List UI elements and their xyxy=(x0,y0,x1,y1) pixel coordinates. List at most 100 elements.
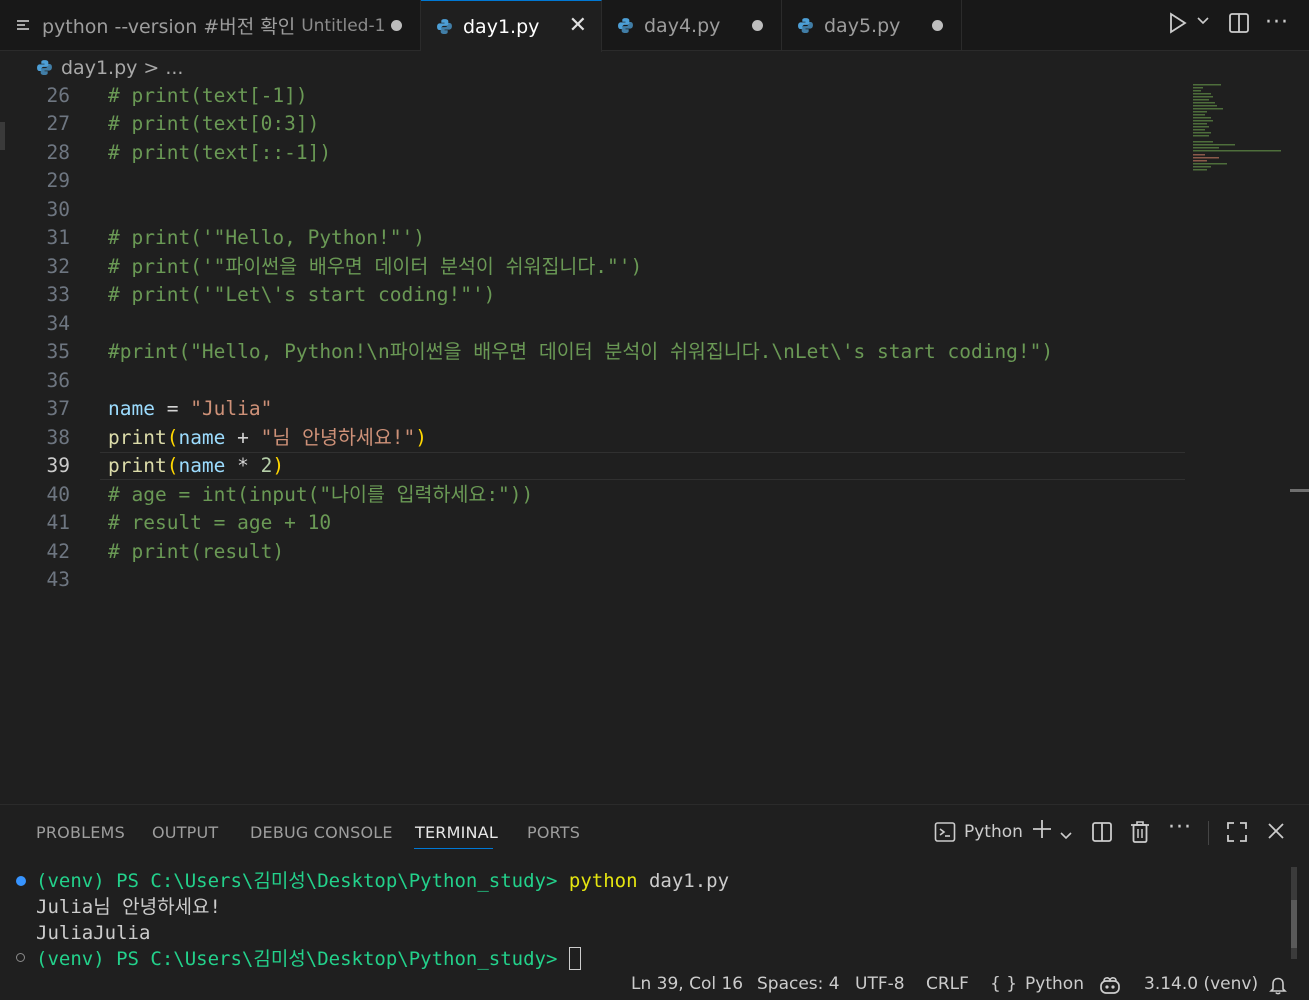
close-panel-icon[interactable] xyxy=(1266,821,1286,846)
token-string: "님 안녕하세요!" xyxy=(260,426,416,449)
tab-label: day1.py xyxy=(463,15,540,38)
tab-debug-console[interactable]: DEBUG CONSOLE xyxy=(250,823,393,842)
new-terminal-icon[interactable] xyxy=(1031,818,1053,845)
line-number-current: 39 xyxy=(46,454,70,477)
tab-label: day5.py xyxy=(824,14,901,37)
tab-problems[interactable]: PROBLEMS xyxy=(36,823,125,842)
line-number: 38 xyxy=(46,426,70,449)
token-function: print xyxy=(108,426,167,449)
token-function: print xyxy=(108,454,167,477)
terminal-shell-label[interactable]: Python xyxy=(964,822,1023,842)
line-number: 35 xyxy=(46,340,70,363)
python-file-icon xyxy=(616,17,634,34)
split-terminal-icon[interactable] xyxy=(1091,821,1113,848)
line-number: 30 xyxy=(46,198,70,221)
token-number: 2 xyxy=(260,454,273,477)
code-line[interactable]: # print('"Let\'s start coding!"') xyxy=(108,281,495,309)
minimap[interactable] xyxy=(1190,84,1285,174)
command-success-dot-icon[interactable] xyxy=(16,876,26,886)
code-line[interactable]: # age = int(input("나이를 입력하세요:")) xyxy=(108,481,533,509)
run-icon[interactable] xyxy=(1168,12,1188,39)
code-line[interactable]: print(name * 2) xyxy=(108,452,284,480)
terminal-command-arg: day1.py xyxy=(637,870,730,892)
tab-untitled-1[interactable]: python --version #버전 확인 Untitled-1 xyxy=(0,0,421,51)
python-file-icon xyxy=(36,59,53,76)
line-number: 43 xyxy=(46,568,70,591)
python-file-icon xyxy=(796,17,814,34)
tab-label: day4.py xyxy=(644,14,721,37)
token-string: "Julia" xyxy=(190,397,273,420)
editor-tab-bar: python --version #버전 확인 Untitled-1 day1.… xyxy=(0,0,1309,52)
copilot-icon[interactable] xyxy=(1098,975,1122,1000)
token-paren: ) xyxy=(272,454,285,477)
token-variable: name xyxy=(108,397,155,420)
split-editor-icon[interactable] xyxy=(1228,12,1250,39)
line-number: 27 xyxy=(46,112,70,135)
terminal-cursor xyxy=(568,947,581,970)
token-operator: * xyxy=(225,454,261,477)
cursor-position[interactable]: Ln 39, Col 16 xyxy=(631,974,743,994)
code-line[interactable]: # result = age + 10 xyxy=(108,509,331,537)
terminal-icon[interactable] xyxy=(934,821,956,848)
tab-label: python --version #버전 확인 xyxy=(42,16,296,38)
line-endings[interactable]: CRLF xyxy=(926,974,969,994)
bell-icon[interactable] xyxy=(1268,975,1288,1000)
more-actions-icon[interactable]: ··· xyxy=(1265,10,1289,35)
python-interpreter[interactable]: 3.14.0 (venv) xyxy=(1144,974,1258,994)
unsaved-dot-icon[interactable] xyxy=(391,20,402,31)
tab-sublabel: Untitled-1 xyxy=(301,15,386,36)
line-number: 37 xyxy=(46,397,70,420)
code-line[interactable]: # print('"파이썬을 배우면 데이터 분석이 쉬워집니다."') xyxy=(108,253,642,281)
tab-terminal[interactable]: TERMINAL xyxy=(415,823,498,842)
text-file-icon xyxy=(14,19,32,33)
line-number: 32 xyxy=(46,255,70,278)
toolbar-divider xyxy=(1208,821,1209,845)
unsaved-dot-icon[interactable] xyxy=(752,20,763,31)
encoding[interactable]: UTF-8 xyxy=(855,974,905,994)
code-line[interactable]: # print(text[::-1]) xyxy=(108,139,331,167)
tab-day4[interactable]: day4.py xyxy=(602,0,782,51)
code-editor[interactable]: 26 # print(text[-1]) 27 # print(text[0:3])… xyxy=(0,84,1309,804)
code-line[interactable]: # print(text[0:3]) xyxy=(108,110,319,138)
tab-output[interactable]: OUTPUT xyxy=(152,823,218,842)
unsaved-dot-icon[interactable] xyxy=(932,20,943,31)
terminal-line: (venv) PS C:\Users\김미성\Desktop\Python_st… xyxy=(36,946,581,972)
code-line[interactable]: # print('"Hello, Python!"') xyxy=(108,224,425,252)
maximize-panel-icon[interactable] xyxy=(1226,821,1248,848)
line-number: 29 xyxy=(46,169,70,192)
status-bar: Ln 39, Col 16 Spaces: 4 UTF-8 CRLF { } Py… xyxy=(0,972,1309,997)
line-number: 34 xyxy=(46,312,70,335)
chevron-down-icon[interactable] xyxy=(1059,824,1073,848)
code-line[interactable]: # print(text[-1]) xyxy=(108,82,308,110)
language-mode[interactable]: { } Python xyxy=(990,974,1084,994)
tab-day1[interactable]: day1.py ✕ xyxy=(421,0,602,52)
chevron-down-icon[interactable] xyxy=(1196,14,1210,32)
command-pending-dot-icon[interactable] xyxy=(16,953,25,962)
tab-ports[interactable]: PORTS xyxy=(527,823,580,842)
breadcrumb-rest[interactable]: > ... xyxy=(143,57,183,79)
token-paren: ( xyxy=(166,426,179,449)
terminal-scrollbar-thumb[interactable] xyxy=(1291,900,1297,948)
code-line[interactable]: print(name + "님 안녕하세요!") xyxy=(108,424,427,452)
terminal-line: (venv) PS C:\Users\김미성\Desktop\Python_st… xyxy=(36,868,729,894)
active-tab-indicator xyxy=(414,848,493,849)
breadcrumb-file[interactable]: day1.py xyxy=(61,57,137,79)
line-number: 28 xyxy=(46,141,70,164)
terminal-prompt: (venv) PS C:\Users\김미성\Desktop\Python_st… xyxy=(36,870,558,892)
line-number: 41 xyxy=(46,511,70,534)
breadcrumb[interactable]: day1.py > ... xyxy=(0,51,1309,84)
code-line[interactable]: #print("Hello, Python!\n파이썬을 배우면 데이터 분석이… xyxy=(108,338,1053,366)
token-paren: ) xyxy=(415,426,428,449)
python-file-icon xyxy=(435,18,453,35)
more-actions-icon[interactable]: ··· xyxy=(1168,815,1192,840)
close-icon[interactable]: ✕ xyxy=(569,13,587,38)
line-number: 40 xyxy=(46,483,70,506)
tab-day5[interactable]: day5.py xyxy=(782,0,962,51)
line-number: 36 xyxy=(46,369,70,392)
scrollbar-position-marker[interactable] xyxy=(1290,489,1309,492)
code-line[interactable]: # print(result) xyxy=(108,538,284,566)
trash-icon[interactable] xyxy=(1129,820,1151,849)
indentation[interactable]: Spaces: 4 xyxy=(757,974,840,994)
token-operator: = xyxy=(154,397,191,420)
code-line[interactable]: name = "Julia" xyxy=(108,395,272,423)
